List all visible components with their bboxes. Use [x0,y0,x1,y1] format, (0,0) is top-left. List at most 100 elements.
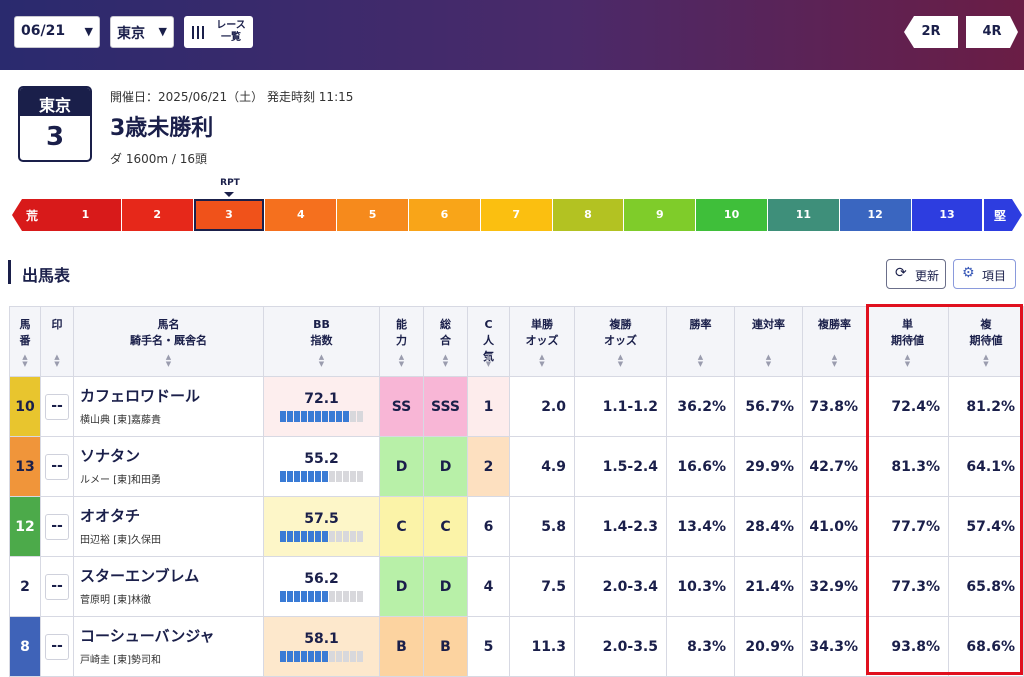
horse-name[interactable]: コーシューバンジャ [80,625,263,646]
column-header-win_ev[interactable]: 単期待値 ▲ ▼ [866,306,949,377]
overall-grade: D [423,556,468,617]
bb-index-cell: 58.1 [263,616,380,677]
column-header-horse[interactable]: 馬名 騎手名・厩舎名 ▲ ▼ [73,306,264,377]
date-select[interactable]: 06/21 ▼ [14,16,100,48]
venue-select[interactable]: 東京 ▼ [110,16,174,48]
rpt-segment: 12 [839,199,911,231]
rpt-segment: 10 [696,199,767,231]
column-header-place_rate[interactable]: 複勝率 ▲ ▼ [802,306,867,377]
table-row[interactable]: 12 -- オオタチ 田辺裕 [東]久保田 57.5 C C 6 5.8 1.4-2.3 13.4%… [9,496,1024,557]
horse-name[interactable]: オオタチ [80,505,263,526]
column-header-c_pop[interactable]: C 人気 ▲ ▼ [467,306,510,377]
place-expected-value: 81.2% [948,376,1024,437]
mark-cell[interactable]: -- [40,616,74,677]
gear-icon: ⚙ [962,265,975,281]
table-row[interactable]: 2 -- スターエンブレム 菅原明 [東]林徹 56.2 D D 4 7.5 2.0-3.4 10.… [9,556,1024,617]
chevron-down-icon: ▼ [84,25,93,38]
column-header-label: 複勝 オッズ [604,318,637,347]
mark-cell[interactable]: -- [40,556,74,617]
mark-selector[interactable]: -- [45,393,69,420]
column-header-place_odds[interactable]: 複勝 オッズ ▲ ▼ [574,306,667,377]
win-expected-value: 81.3% [866,436,949,497]
overall-grade: D [423,436,468,497]
horse-number: 2 [9,556,41,617]
mark-selector[interactable]: -- [45,513,69,540]
column-header-label: BB 指数 [310,318,333,347]
table-row[interactable]: 8 -- コーシューバンジャ 戸崎圭 [東]勢司和 58.1 B B 5 11.3 2.0-3.5… [9,616,1024,677]
quinella-rate: 29.9% [734,436,803,497]
column-header-overall[interactable]: 総合 ▲ ▼ [423,306,468,377]
sort-icon: ▲ ▼ [318,353,325,368]
sort-icon: ▲ ▼ [831,353,838,368]
sort-icon: ▲ ▼ [765,353,772,368]
table-row[interactable]: 13 -- ソナタン ルメー [東]和田勇 55.2 D D 2 4.9 1.5-2.4 16.6%… [9,436,1024,497]
venue-name: 東京 [20,88,90,116]
mark-selector[interactable]: -- [45,573,69,600]
mark-selector[interactable]: -- [45,453,69,480]
c-popularity: 4 [467,556,510,617]
column-header-ability[interactable]: 能力 ▲ ▼ [379,306,424,377]
sort-icon: ▲ ▼ [697,353,704,368]
place-rate: 42.7% [802,436,867,497]
column-header-label: 複勝率 [818,318,851,331]
rpt-segment: 3 [193,199,265,231]
sort-icon: ▲ ▼ [485,353,492,368]
sort-icon: ▲ ▼ [539,353,545,368]
horse-number: 13 [9,436,41,497]
column-header-place_ev[interactable]: 複期待値 ▲ ▼ [948,306,1024,377]
mark-cell[interactable]: -- [40,436,74,497]
jockey-trainer: 田辺裕 [東]久保田 [80,535,161,546]
table-row[interactable]: 10 -- カフェロワドール 横山典 [東]嘉藤貴 72.1 SS SSS 1 2.0 1.1-1… [9,376,1024,437]
ability-grade: D [379,556,424,617]
column-header-win_odds[interactable]: 単勝 オッズ ▲ ▼ [509,306,575,377]
jockey-trainer: 菅原明 [東]林徹 [80,595,151,606]
mark-cell[interactable]: -- [40,376,74,437]
rpt-segment: 13 [911,199,983,231]
columns-button[interactable]: ⚙ 項目 [953,259,1016,289]
column-header-bb[interactable]: BB 指数 ▲ ▼ [263,306,380,377]
rpt-segment: 1 [50,199,121,231]
place-expected-value: 65.8% [948,556,1024,617]
horse-name[interactable]: スターエンブレム [80,565,263,586]
overall-grade: C [423,496,468,557]
race-list-button[interactable]: レース一覧 [184,16,253,48]
rpt-left-end: 荒 [12,199,50,231]
ability-grade: D [379,436,424,497]
horse-name[interactable]: カフェロワドール [80,385,263,406]
prev-race-button[interactable]: 2R [904,16,958,48]
mark-cell[interactable]: -- [40,496,74,557]
win-rate: 16.6% [666,436,735,497]
rpt-segment: 11 [768,199,839,231]
race-number-badge: 東京 3 [18,86,92,162]
c-popularity: 5 [467,616,510,677]
horse-number: 8 [9,616,41,677]
jockey-trainer: ルメー [東]和田勇 [80,475,161,486]
column-header-umaban[interactable]: 馬番 ▲ ▼ [9,306,41,377]
horse-cell: カフェロワドール 横山典 [東]嘉藤貴 [73,376,264,437]
sort-icon: ▲ ▼ [442,353,449,368]
update-button[interactable]: ⟳ 更新 [886,259,946,289]
bb-index-value: 58.1 [304,631,339,647]
sort-icon: ▲ ▼ [54,353,60,368]
race-distance: ダ 1600m / 16頭 [110,152,207,166]
column-header-quinella_rate[interactable]: 連対率 ▲ ▼ [734,306,803,377]
column-header-label: 総合 [440,318,451,347]
win-expected-value: 77.3% [866,556,949,617]
next-race-button[interactable]: 4R [966,16,1018,48]
mark-selector[interactable]: -- [45,633,69,660]
overall-grade: SSS [423,376,468,437]
column-header-win_rate[interactable]: 勝率 ▲ ▼ [666,306,735,377]
place-odds: 1.4-2.3 [574,496,667,557]
column-header-label: 印 [51,318,63,331]
place-rate: 41.0% [802,496,867,557]
column-header-mark[interactable]: 印 ▲ ▼ [40,306,74,377]
rpt-segment: 2 [121,199,193,231]
entry-table: 馬番 ▲ ▼ 印 ▲ ▼ 馬名 騎手名・厩舎名 ▲ ▼ BB 指数 ▲ ▼ 能力 ▲ ▼ 総合 ▲ ▼ C 人気 ▲ ▼ 単勝オ… [9,306,1024,677]
section-accent [8,260,11,284]
place-odds: 1.1-1.2 [574,376,667,437]
horse-name[interactable]: ソナタン [80,445,263,466]
place-expected-value: 64.1% [948,436,1024,497]
chevron-down-icon: ▼ [158,25,167,38]
rpt-segment: 4 [265,199,337,231]
column-header-label: 単期待値 [891,318,924,347]
